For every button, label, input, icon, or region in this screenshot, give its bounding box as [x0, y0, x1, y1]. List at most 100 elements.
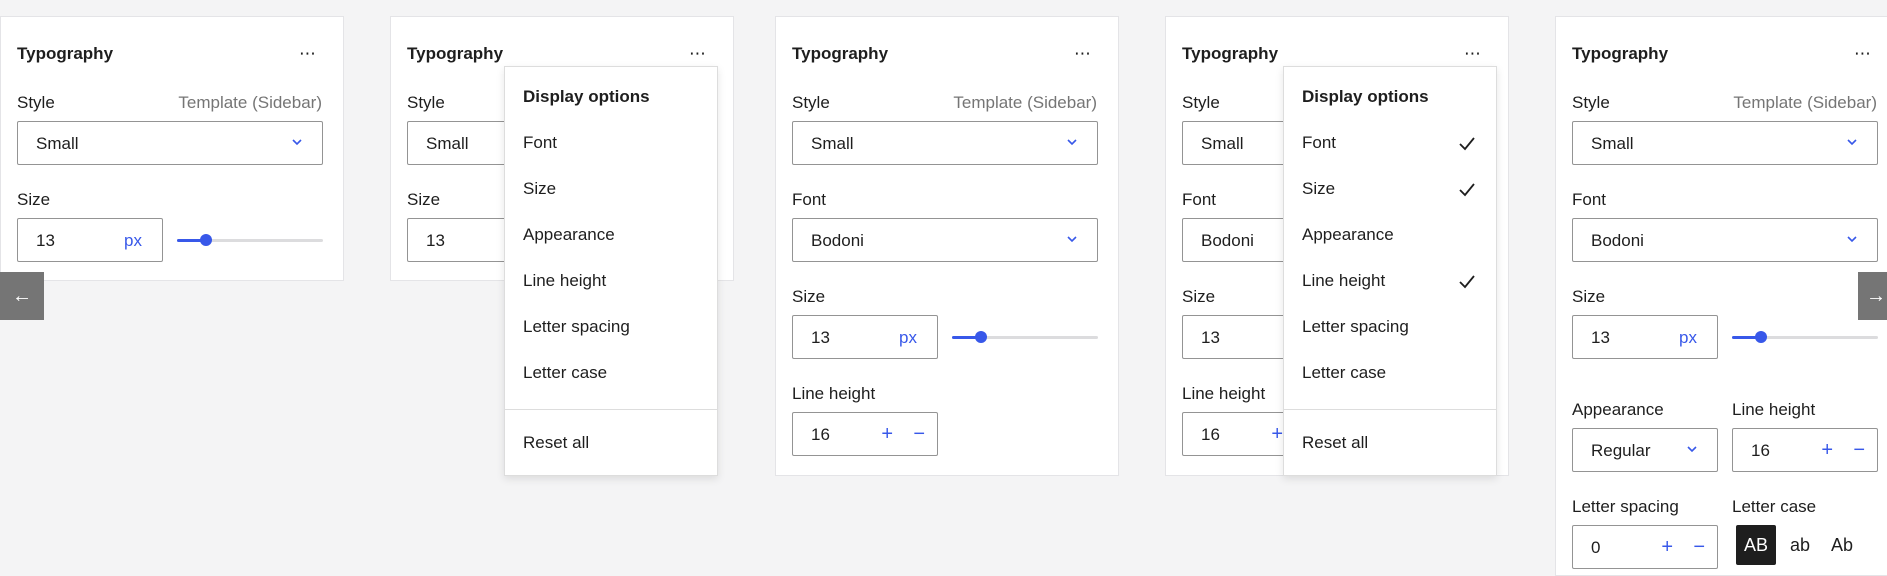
menu-item-letter-spacing[interactable]: Letter spacing: [1284, 307, 1496, 347]
reset-all-button[interactable]: Reset all: [1284, 423, 1496, 463]
menu-header: Display options: [523, 87, 650, 106]
panel-title: Typography: [407, 44, 504, 63]
decrement-button[interactable]: −: [913, 422, 925, 446]
menu-divider: [1284, 409, 1496, 410]
menu-item-label: Size: [523, 179, 557, 198]
increment-button[interactable]: +: [1821, 438, 1833, 462]
font-select[interactable]: Bodoni: [1572, 218, 1878, 262]
letter-spacing-input[interactable]: 0 + −: [1572, 525, 1718, 569]
chevron-down-icon: [1847, 139, 1857, 146]
style-label: Style: [792, 93, 830, 112]
font-label: Font: [1182, 190, 1217, 209]
style-template-hint: Template (Sidebar): [953, 93, 1097, 112]
size-input[interactable]: 13 px: [1572, 315, 1718, 359]
style-select-value: Small: [1591, 134, 1634, 153]
menu-item-line-height[interactable]: Line height: [505, 261, 717, 301]
chevron-down-icon: [1847, 236, 1857, 243]
menu-item-appearance[interactable]: Appearance: [1284, 215, 1496, 255]
slider-thumb[interactable]: [200, 234, 213, 246]
size-input-value: 13: [1591, 328, 1610, 347]
font-label: Font: [792, 190, 827, 209]
increment-button[interactable]: +: [1661, 535, 1673, 559]
chevron-down-icon: [292, 139, 302, 146]
line-height-value: 16: [1201, 425, 1220, 444]
menu-item-font[interactable]: Font: [505, 123, 717, 163]
menu-item-label: Line height: [1302, 271, 1386, 290]
font-select-value: Bodoni: [1591, 231, 1644, 250]
size-unit-select[interactable]: px: [899, 328, 917, 348]
menu-header: Display options: [1302, 87, 1429, 106]
menu-item-letter-spacing[interactable]: Letter spacing: [505, 307, 717, 347]
menu-item-size[interactable]: Size: [1284, 169, 1496, 209]
reset-all-button[interactable]: Reset all: [505, 423, 717, 463]
reset-all-label: Reset all: [523, 433, 590, 452]
line-height-input[interactable]: 16 + −: [1732, 428, 1878, 472]
panel-title: Typography: [17, 44, 114, 63]
size-label: Size: [792, 287, 826, 306]
more-options-icon[interactable]: ⋯: [1464, 44, 1482, 64]
line-height-label: Line height: [1732, 400, 1816, 419]
menu-item-label: Appearance: [523, 225, 615, 244]
menu-item-label: Font: [1302, 133, 1337, 152]
next-arrow-icon[interactable]: →: [1858, 272, 1887, 320]
typography-panel-3: Typography ⋯ Style Template (Sidebar) Sm…: [775, 16, 1119, 476]
menu-item-letter-case[interactable]: Letter case: [1284, 353, 1496, 393]
letter-spacing-label: Letter spacing: [1572, 497, 1679, 516]
letter-case-capitalize-button[interactable]: Ab: [1822, 525, 1862, 565]
slider-thumb[interactable]: [1755, 331, 1768, 343]
size-input[interactable]: 13 px: [792, 315, 938, 359]
style-select[interactable]: Small: [792, 121, 1098, 165]
increment-button[interactable]: +: [881, 422, 893, 446]
menu-item-label: Size: [1302, 179, 1336, 198]
style-label: Style: [17, 93, 55, 112]
menu-item-label: Letter spacing: [1302, 317, 1409, 336]
chevron-down-icon: [1687, 446, 1697, 453]
slider-thumb[interactable]: [975, 331, 988, 343]
previous-arrow-icon[interactable]: ←: [0, 272, 44, 320]
style-select-value: Small: [426, 134, 469, 153]
appearance-select-value: Regular: [1591, 441, 1651, 460]
size-label: Size: [1182, 287, 1216, 306]
menu-item-label: Font: [523, 133, 558, 152]
style-label: Style: [1572, 93, 1610, 112]
size-input[interactable]: 13 px: [17, 218, 163, 262]
more-options-icon[interactable]: ⋯: [689, 44, 707, 64]
decrement-button[interactable]: −: [1853, 438, 1865, 462]
style-select[interactable]: Small: [17, 121, 323, 165]
appearance-label: Appearance: [1572, 400, 1664, 419]
line-height-input[interactable]: 16 + −: [792, 412, 938, 456]
style-select[interactable]: Small: [1572, 121, 1878, 165]
more-options-icon[interactable]: ⋯: [1074, 44, 1092, 64]
size-unit-select[interactable]: px: [124, 231, 142, 251]
menu-item-size[interactable]: Size: [505, 169, 717, 209]
menu-item-label: Appearance: [1302, 225, 1394, 244]
increment-button[interactable]: +: [1271, 422, 1283, 446]
menu-item-label: Letter spacing: [523, 317, 630, 336]
size-slider[interactable]: [177, 232, 323, 248]
line-height-label: Line height: [1182, 384, 1266, 403]
decrement-button[interactable]: −: [1693, 535, 1705, 559]
letter-case-label: Letter case: [1732, 497, 1817, 516]
letter-case-uppercase-button[interactable]: AB: [1736, 525, 1776, 565]
size-slider[interactable]: [1732, 329, 1878, 345]
font-select[interactable]: Bodoni: [792, 218, 1098, 262]
size-unit-select[interactable]: px: [1679, 328, 1697, 348]
size-input-value: 13: [811, 328, 830, 347]
size-input-value: 13: [426, 231, 445, 250]
menu-item-font[interactable]: Font: [1284, 123, 1496, 163]
more-options-icon[interactable]: ⋯: [299, 44, 317, 64]
menu-item-line-height[interactable]: Line height: [1284, 261, 1496, 301]
menu-item-letter-case[interactable]: Letter case: [505, 353, 717, 393]
letter-case-lowercase-button[interactable]: ab: [1780, 525, 1820, 565]
menu-item-appearance[interactable]: Appearance: [505, 215, 717, 255]
size-slider[interactable]: [952, 329, 1098, 345]
size-input-value: 13: [1201, 328, 1220, 347]
checkmark-icon: [1459, 275, 1475, 289]
display-options-menu-2: Display options Font Size Appearance Lin…: [1283, 66, 1497, 476]
style-select-value: Small: [36, 134, 79, 153]
typography-panel-5: Typography ⋯ Style Template (Sidebar) Sm…: [1555, 16, 1887, 576]
more-options-icon[interactable]: ⋯: [1854, 44, 1872, 64]
appearance-select[interactable]: Regular: [1572, 428, 1718, 472]
style-select-value: Small: [811, 134, 854, 153]
style-template-hint: Template (Sidebar): [178, 93, 322, 112]
